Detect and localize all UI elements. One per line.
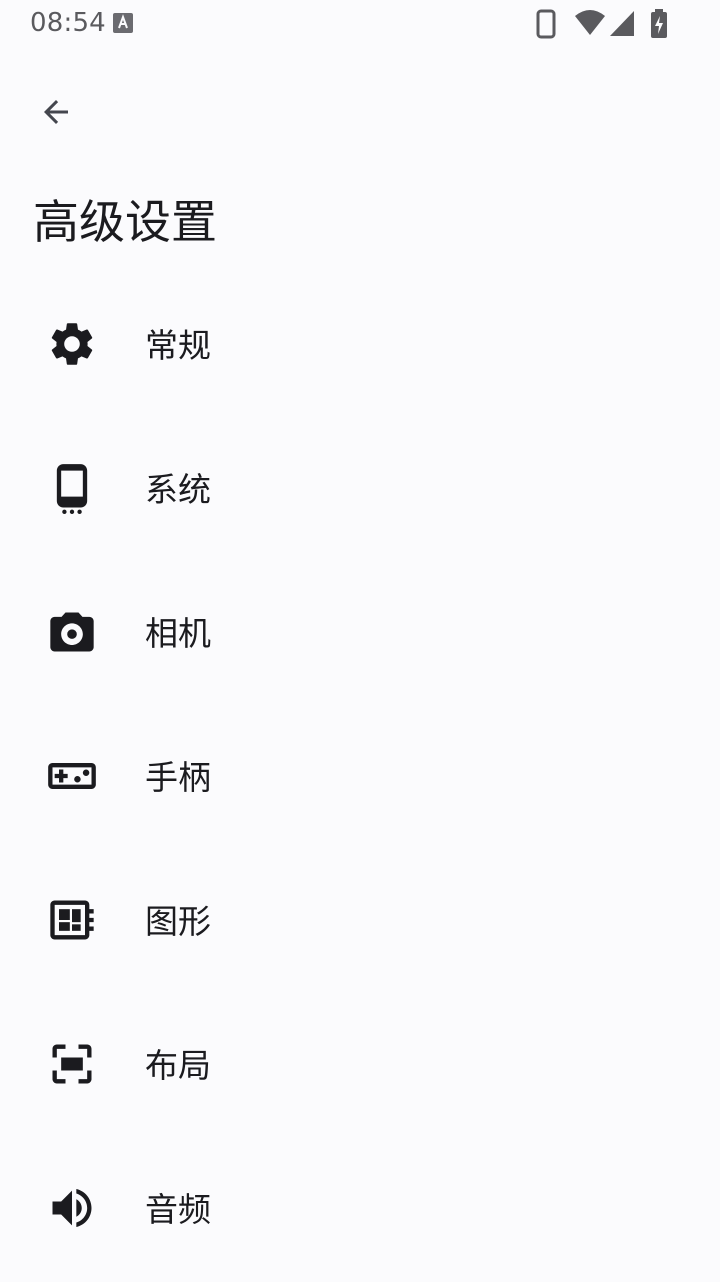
gamepad-icon [48, 763, 96, 789]
menu-item-system[interactable]: 系统 [0, 418, 720, 562]
menu-item-label: 相机 [145, 614, 211, 653]
gear-icon [51, 323, 93, 365]
camera-icon [50, 612, 94, 652]
menu-item-general[interactable]: 常规 [0, 274, 720, 418]
text-a-notification-icon [113, 13, 133, 33]
cell-signal-icon [610, 11, 634, 36]
menu-item-label: 系统 [145, 470, 211, 509]
menu-item-audio[interactable]: 音频 [0, 1138, 720, 1282]
menu-item-label: 布局 [145, 1046, 211, 1085]
fullscreen-icon [52, 1044, 92, 1084]
menu-item-label: 图形 [145, 902, 211, 941]
menu-item-label: 音频 [145, 1190, 211, 1229]
page-title: 高级设置 [33, 195, 217, 249]
back-button[interactable] [24, 80, 88, 144]
menu-item-label: 手柄 [145, 758, 211, 797]
menu-item-controller[interactable]: 手柄 [0, 706, 720, 850]
device-icon [536, 9, 556, 39]
phone-icon [56, 464, 88, 514]
menu-item-layout[interactable]: 布局 [0, 994, 720, 1138]
status-bar: 08:54 [0, 0, 720, 48]
volume-icon [52, 1188, 92, 1228]
graphics-icon [50, 900, 94, 940]
menu-item-graphics[interactable]: 图形 [0, 850, 720, 994]
menu-item-label: 常规 [145, 326, 211, 365]
battery-charging-icon [651, 9, 667, 38]
status-time: 08:54 [30, 8, 106, 38]
wifi-icon [575, 10, 605, 35]
settings-menu-list: 常规 系统 相机 手柄 图形 布局 音频 [0, 274, 720, 1282]
arrow-back-icon [44, 100, 68, 124]
menu-item-camera[interactable]: 相机 [0, 562, 720, 706]
